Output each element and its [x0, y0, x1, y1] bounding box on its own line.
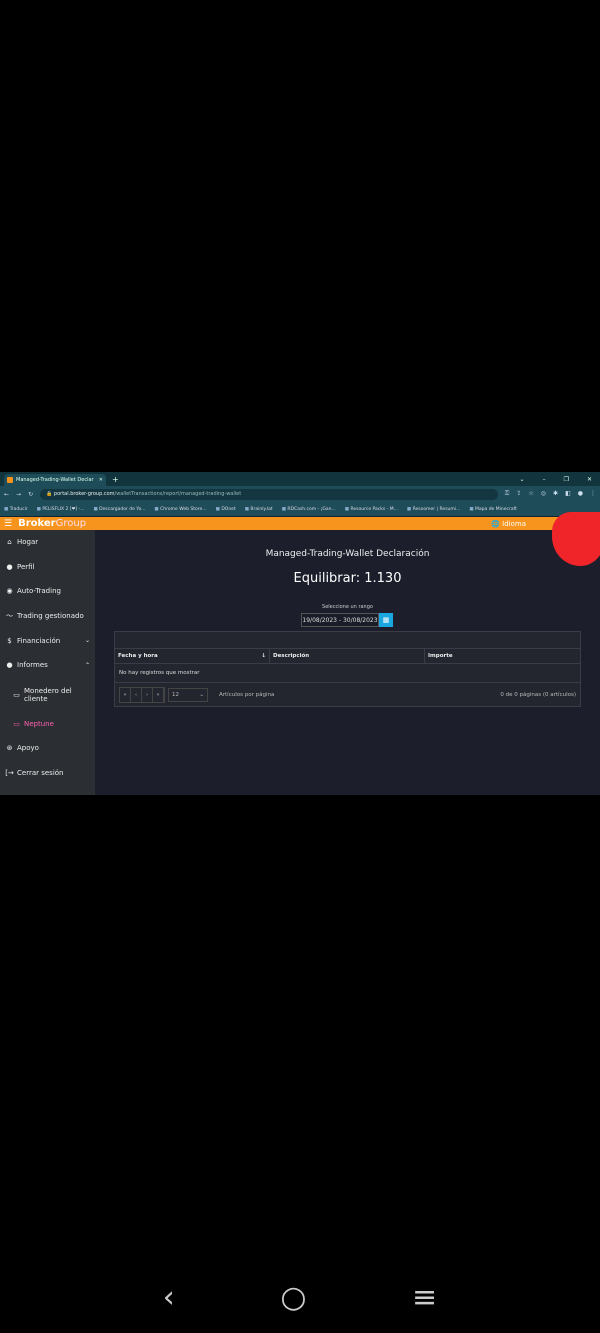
back-icon[interactable]: ← — [4, 491, 9, 498]
favicon-icon — [7, 477, 13, 483]
restore-icon[interactable]: ❐ — [564, 476, 569, 483]
chevron-icon: ⌄ — [84, 637, 90, 645]
sidebar-icon: [→ — [5, 769, 14, 778]
page-size-select[interactable]: 12 ⌄ — [168, 687, 208, 702]
sidebar: ⌂ Hogar ● Perfil ◉ Auto-Trading 〜 Trading gesti… — [0, 530, 95, 795]
date-range-input[interactable]: 19/08/2023 - 30/08/2023 — [301, 613, 379, 627]
bookmark-item[interactable]: Resoomer | Resumi... — [407, 507, 461, 512]
page-info: 0 de 0 páginas (0 artículos) — [500, 691, 576, 698]
puzzle-icon[interactable]: ✱ — [553, 490, 558, 498]
logo[interactable]: BrokerGroup — [18, 518, 86, 529]
bookmark-item[interactable]: Resource Packs - M... — [345, 507, 397, 512]
minimize-icon[interactable]: – — [543, 476, 546, 483]
sidebar-item-cerrar-sesi-n[interactable]: [→ Cerrar sesión — [0, 761, 95, 786]
chevron-icon: ⌃ — [84, 661, 90, 669]
android-nav-bar: ‹ ○ ≡ — [0, 1280, 600, 1315]
forward-icon[interactable]: → — [16, 491, 21, 498]
range-label: Seleccione un rango — [322, 604, 373, 610]
sidebar-item-hogar[interactable]: ⌂ Hogar — [0, 530, 95, 555]
new-tab-button[interactable]: + — [112, 475, 119, 484]
recents-icon[interactable]: ≡ — [412, 1280, 437, 1315]
reload-icon[interactable]: ↻ — [28, 491, 33, 498]
bookmark-item[interactable]: Traducir — [4, 507, 28, 512]
close-tab-icon[interactable]: ✕ — [99, 477, 103, 483]
home-icon[interactable]: ○ — [280, 1280, 306, 1315]
profile-icon[interactable]: ● — [578, 490, 583, 498]
prev-page-button[interactable]: ‹ — [131, 687, 142, 702]
column-header-description[interactable]: Descripción — [270, 649, 425, 663]
last-page-button[interactable]: » — [153, 687, 164, 702]
main-content: Managed-Trading-Wallet Declaración Equil… — [95, 530, 600, 795]
sidebar-icon: 〜 — [6, 612, 13, 621]
empty-message: No hay registros que mostrar — [115, 664, 580, 683]
bookmark-item[interactable]: Descargador de Yo... — [93, 507, 145, 512]
sidebar-item-monedero-del-cliente[interactable]: ▭ Monedero del cliente — [0, 678, 95, 712]
sidebar-icon: ▭ — [13, 690, 20, 699]
menu-icon[interactable]: ⋮ — [590, 490, 596, 498]
bookmark-item[interactable]: Mapa de Minecraft — [469, 507, 517, 512]
sidebar-item-trading-gestionado[interactable]: 〜 Trading gestionado — [0, 604, 95, 629]
key-icon[interactable]: ⚿ — [505, 490, 510, 498]
browser-tab[interactable]: Managed-Trading-Wallet Declar ✕ — [4, 474, 106, 486]
sidepanel-icon[interactable]: ◧ — [565, 490, 571, 498]
star-icon[interactable]: ☆ — [528, 490, 533, 498]
page-title: Managed-Trading-Wallet Declaración — [265, 549, 430, 559]
calendar-icon[interactable]: ▦ — [379, 613, 393, 627]
sidebar-icon: ⌂ — [7, 538, 12, 547]
transactions-table: Fecha y hora ↓ Descripción Importe No hay… — [114, 631, 581, 707]
column-header-date[interactable]: Fecha y hora ↓ — [115, 649, 270, 663]
share-icon[interactable]: ⇪ — [516, 490, 521, 498]
language-selector[interactable]: 🌐 Idioma — [491, 520, 526, 528]
close-window-icon[interactable]: ✕ — [587, 476, 592, 483]
bookmark-item[interactable]: RDCash.com - ¡Gan... — [282, 507, 335, 512]
bookmarks-bar: Traducir PELISFLIX 2 [❤] -... Descargador … — [0, 502, 600, 517]
first-page-button[interactable]: « — [120, 687, 131, 702]
balance: Equilibrar: 1.130 — [293, 571, 402, 586]
address-bar[interactable]: 🔒 portal.broker-group.com/walletTransact… — [40, 488, 498, 500]
bookmark-item[interactable]: DOnet — [216, 507, 235, 512]
sidebar-item-informes[interactable]: ● Informes ⌃ — [0, 653, 95, 678]
sidebar-icon: ◉ — [6, 587, 13, 596]
back-icon[interactable]: ‹ — [163, 1280, 175, 1315]
sidebar-item-apoyo[interactable]: ⊛ Apoyo — [0, 736, 95, 761]
tab-search-icon[interactable]: ⌄ — [520, 476, 525, 483]
sidebar-icon: ⊛ — [6, 744, 13, 753]
sidebar-item-auto-trading[interactable]: ◉ Auto-Trading — [0, 579, 95, 604]
chevron-down-icon: ⌄ — [199, 691, 204, 698]
sidebar-icon: $ — [7, 636, 12, 645]
sidebar-icon: ● — [6, 661, 13, 670]
column-header-amount[interactable]: Importe — [425, 649, 580, 663]
sidebar-icon: ▭ — [13, 719, 20, 728]
next-page-button[interactable]: › — [142, 687, 153, 702]
sidebar-item-neptune[interactable]: ▭ Neptune — [0, 712, 95, 737]
sidebar-icon: ● — [6, 562, 13, 571]
sidebar-item-perfil[interactable]: ● Perfil — [0, 555, 95, 580]
bookmark-item[interactable]: Brainly.lat — [245, 507, 272, 512]
hamburger-icon[interactable]: ☰ — [4, 519, 12, 529]
extension-icon[interactable]: ◎ — [541, 490, 546, 498]
sort-down-icon[interactable]: ↓ — [261, 653, 266, 659]
bookmark-item[interactable]: PELISFLIX 2 [❤] -... — [37, 507, 84, 512]
sidebar-item-financiaci-n[interactable]: $ Financiación ⌄ — [0, 628, 95, 653]
bookmark-item[interactable]: Chrome Web Store... — [154, 507, 207, 512]
